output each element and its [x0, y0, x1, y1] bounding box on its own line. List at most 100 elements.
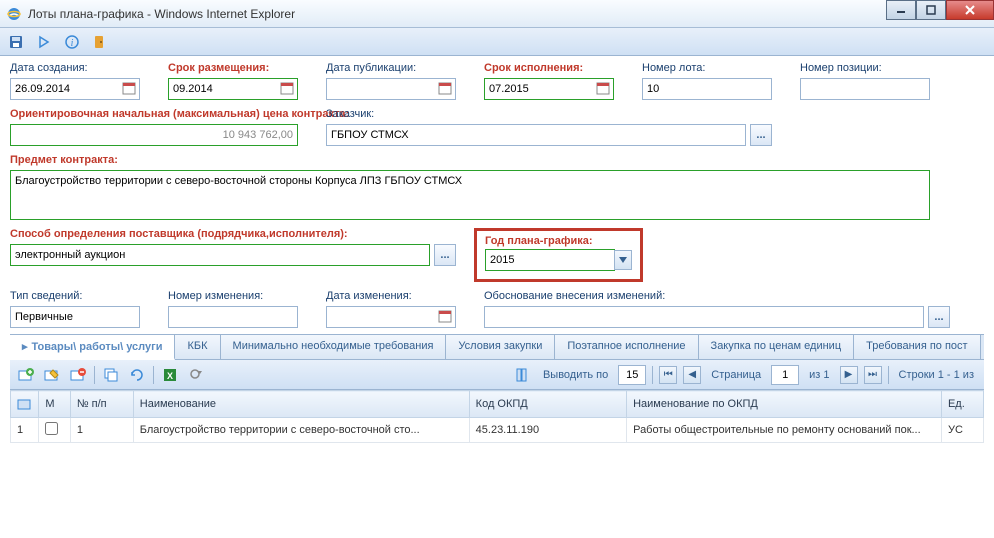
publication-date-label: Дата публикации:	[326, 62, 466, 74]
show-by-label: Выводить по	[543, 369, 608, 381]
publication-date-input[interactable]	[326, 78, 456, 100]
tab-kbk[interactable]: КБК	[175, 335, 220, 359]
svg-text:X: X	[167, 371, 173, 381]
col-okpd[interactable]: Код ОКПД	[469, 391, 626, 418]
supplier-method-input[interactable]	[10, 244, 430, 266]
plan-year-label: Год плана-графика:	[485, 235, 593, 247]
excel-export-icon[interactable]: X	[160, 365, 180, 385]
row-checkbox-cell[interactable]	[39, 418, 70, 443]
col-select[interactable]	[11, 391, 39, 418]
supplier-method-lookup-button[interactable]: ...	[434, 244, 456, 266]
lot-number-label: Номер лота:	[642, 62, 782, 74]
plan-year-input[interactable]	[485, 249, 615, 271]
data-grid: М № п/п Наименование Код ОКПД Наименован…	[10, 390, 984, 443]
change-justification-lookup-button[interactable]: ...	[928, 306, 950, 328]
last-page-button[interactable]: ⏭	[864, 366, 882, 384]
plan-year-dropdown-button[interactable]	[614, 250, 632, 270]
prev-page-button[interactable]: ◀	[683, 366, 701, 384]
initial-price-input[interactable]	[10, 124, 298, 146]
change-justification-input[interactable]	[484, 306, 924, 328]
rows-count-label: Строки 1 - 1 из	[899, 369, 975, 381]
creation-date-input[interactable]	[10, 78, 140, 100]
chevron-right-icon: ▸	[22, 341, 28, 353]
form-area: Дата создания: Срок размещения: Дата пуб…	[0, 56, 994, 447]
window-title: Лоты плана-графика - Windows Internet Ex…	[28, 7, 295, 21]
row-name-cell: Благоустройство территории с северо-вост…	[133, 418, 469, 443]
col-unit[interactable]: Ед.	[941, 391, 983, 418]
col-npp[interactable]: № п/п	[70, 391, 133, 418]
creation-date-label: Дата создания:	[10, 62, 150, 74]
change-number-label: Номер изменения:	[168, 290, 308, 302]
col-okpd-name[interactable]: Наименование по ОКПД	[627, 391, 942, 418]
change-date-input[interactable]	[326, 306, 456, 328]
tab-supplier-requirements[interactable]: Требования по пост	[854, 335, 980, 359]
tab-bar: ▸Товары\ работы\ услуги КБК Минимально н…	[10, 334, 984, 360]
window-titlebar: Лоты плана-графика - Windows Internet Ex…	[0, 0, 994, 28]
settings-dropdown-icon[interactable]	[186, 365, 206, 385]
calendar-icon[interactable]	[596, 81, 612, 97]
columns-icon[interactable]	[513, 365, 533, 385]
forward-icon[interactable]	[34, 32, 54, 52]
save-icon[interactable]	[6, 32, 26, 52]
add-row-icon[interactable]	[16, 365, 36, 385]
contract-subject-label: Предмет контракта:	[10, 154, 118, 166]
change-date-label: Дата изменения:	[326, 290, 466, 302]
row-checkbox[interactable]	[45, 422, 58, 435]
first-page-button[interactable]: ⏮	[659, 366, 677, 384]
placement-period-input[interactable]	[168, 78, 298, 100]
row-unit-cell: УС	[941, 418, 983, 443]
execution-period-input[interactable]	[484, 78, 614, 100]
change-number-input[interactable]	[168, 306, 298, 328]
initial-price-label: Ориентировочная начальная (максимальная)…	[10, 108, 308, 120]
minimize-button[interactable]	[886, 0, 916, 20]
execution-period-label: Срок исполнения:	[484, 62, 624, 74]
customer-input[interactable]	[326, 124, 746, 146]
ie-icon	[6, 6, 22, 22]
col-name[interactable]: Наименование	[133, 391, 469, 418]
grid-header-row: М № п/п Наименование Код ОКПД Наименован…	[11, 391, 984, 418]
svg-text:i: i	[71, 38, 74, 49]
page-label: Страница	[711, 369, 761, 381]
row-number-cell: 1	[11, 418, 39, 443]
position-number-input[interactable]	[800, 78, 930, 100]
table-row[interactable]: 1 1 Благоустройство территории с северо-…	[11, 418, 984, 443]
info-type-label: Тип сведений:	[10, 290, 150, 302]
row-npp-cell: 1	[70, 418, 133, 443]
col-m[interactable]: М	[39, 391, 70, 418]
next-page-button[interactable]: ▶	[840, 366, 858, 384]
info-icon[interactable]: i	[62, 32, 82, 52]
placement-period-label: Срок размещения:	[168, 62, 308, 74]
tab-unit-price-purchase[interactable]: Закупка по ценам единиц	[699, 335, 855, 359]
row-okpd-name-cell: Работы общестроительные по ремонту основ…	[627, 418, 942, 443]
window-controls	[886, 0, 994, 20]
customer-lookup-button[interactable]: ...	[750, 124, 772, 146]
exit-icon[interactable]	[90, 32, 110, 52]
grid-toolbar: X Выводить по ⏮ ◀ Страница из 1 ▶ ⏭ Стро…	[10, 360, 984, 390]
customer-label: Заказчик:	[326, 108, 374, 120]
page-input[interactable]	[771, 365, 799, 385]
main-toolbar: i	[0, 28, 994, 56]
calendar-icon[interactable]	[122, 81, 138, 97]
maximize-button[interactable]	[916, 0, 946, 20]
tab-staged-execution[interactable]: Поэтапное исполнение	[555, 335, 698, 359]
contract-subject-textarea[interactable]: Благоустройство территории с северо-вост…	[10, 170, 930, 220]
close-button[interactable]	[946, 0, 994, 20]
info-type-input[interactable]	[10, 306, 140, 328]
copy-row-icon[interactable]	[101, 365, 121, 385]
position-number-label: Номер позиции:	[800, 62, 940, 74]
delete-row-icon[interactable]	[68, 365, 88, 385]
edit-row-icon[interactable]	[42, 365, 62, 385]
calendar-icon[interactable]	[280, 81, 296, 97]
tab-purchase-conditions[interactable]: Условия закупки	[446, 335, 555, 359]
calendar-icon[interactable]	[438, 309, 454, 325]
plan-year-highlight: Год плана-графика:	[474, 228, 643, 282]
refresh-arrow-icon[interactable]	[127, 365, 147, 385]
show-by-input[interactable]	[618, 365, 646, 385]
supplier-method-label: Способ определения поставщика (подрядчик…	[10, 228, 456, 240]
tab-goods[interactable]: ▸Товары\ работы\ услуги	[10, 335, 175, 360]
lot-number-input[interactable]	[642, 78, 772, 100]
row-okpd-cell: 45.23.11.190	[469, 418, 626, 443]
change-justification-label: Обоснование внесения изменений:	[484, 290, 665, 302]
tab-min-requirements[interactable]: Минимально необходимые требования	[221, 335, 447, 359]
calendar-icon[interactable]	[438, 81, 454, 97]
